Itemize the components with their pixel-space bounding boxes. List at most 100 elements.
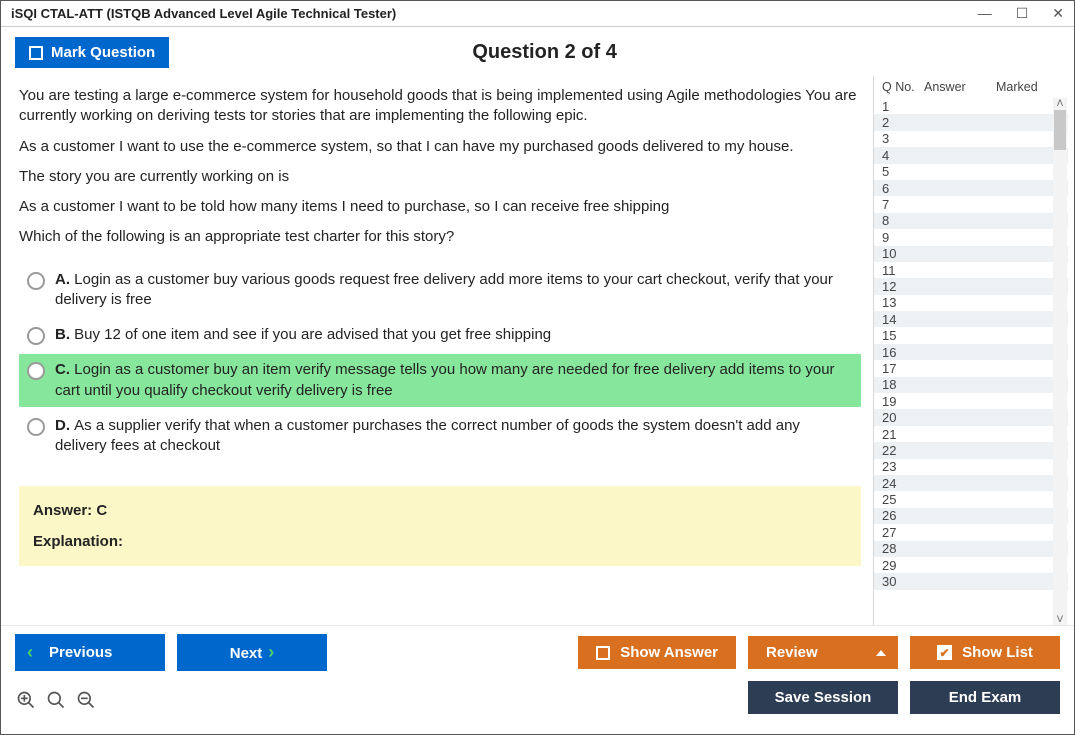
question-number: 23: [882, 459, 924, 474]
previous-button[interactable]: Previous: [15, 634, 165, 671]
checkbox-icon: [596, 646, 610, 660]
scrollbar-thumb[interactable]: [1054, 110, 1066, 150]
radio-icon[interactable]: [27, 418, 45, 436]
option-text: C. Login as a customer buy an item verif…: [55, 360, 853, 401]
show-answer-button[interactable]: Show Answer: [578, 636, 736, 669]
app-window: iSQI CTAL-ATT (ISTQB Advanced Level Agil…: [0, 0, 1075, 735]
next-button[interactable]: Next: [177, 634, 327, 671]
question-list-row[interactable]: 22: [874, 442, 1068, 458]
question-number: 6: [882, 181, 924, 196]
question-number: 4: [882, 148, 924, 163]
option-row[interactable]: D. As a supplier verify that when a cust…: [19, 410, 861, 463]
scrollbar[interactable]: [1053, 98, 1067, 625]
question-list-row[interactable]: 2: [874, 114, 1068, 130]
question-number: 10: [882, 246, 924, 261]
question-list-row[interactable]: 4: [874, 147, 1068, 163]
question-list-body: 1234567891011121314151617181920212223242…: [874, 98, 1068, 625]
question-list-row[interactable]: 21: [874, 426, 1068, 442]
question-list-row[interactable]: 19: [874, 393, 1068, 409]
save-session-label: Save Session: [775, 689, 872, 706]
question-list-row[interactable]: 12: [874, 278, 1068, 294]
question-number: 9: [882, 230, 924, 245]
question-number: 19: [882, 394, 924, 409]
main-area: You are testing a large e-commerce syste…: [1, 76, 1074, 625]
show-list-label: Show List: [962, 644, 1033, 661]
question-list-row[interactable]: 8: [874, 213, 1068, 229]
question-paragraph: Which of the following is an appropriate…: [19, 227, 861, 247]
radio-icon[interactable]: [27, 272, 45, 290]
question-number: 29: [882, 558, 924, 573]
question-list-row[interactable]: 3: [874, 131, 1068, 147]
button-row-2: Save Session End Exam: [15, 681, 1060, 714]
minimize-icon[interactable]: —: [978, 5, 992, 22]
question-list-header: Q No. Answer Marked: [874, 76, 1068, 98]
review-button[interactable]: Review: [748, 636, 898, 669]
question-list-row[interactable]: 11: [874, 262, 1068, 278]
question-number: 8: [882, 213, 924, 228]
question-number: 28: [882, 541, 924, 556]
option-row[interactable]: B. Buy 12 of one item and see if you are…: [19, 319, 861, 351]
question-paragraph: As a customer I want to be told how many…: [19, 197, 861, 217]
question-list-row[interactable]: 13: [874, 295, 1068, 311]
question-number: 21: [882, 427, 924, 442]
question-number: 27: [882, 525, 924, 540]
question-list-row[interactable]: 26: [874, 508, 1068, 524]
end-exam-label: End Exam: [949, 689, 1022, 706]
question-list-row[interactable]: 9: [874, 229, 1068, 245]
answer-explanation-box: Answer: C Explanation:: [19, 486, 861, 566]
question-list-row[interactable]: 7: [874, 196, 1068, 212]
option-row[interactable]: A. Login as a customer buy various goods…: [19, 264, 861, 317]
previous-label: Previous: [49, 644, 112, 661]
question-list-row[interactable]: 14: [874, 311, 1068, 327]
question-stem: You are testing a large e-commerce syste…: [19, 86, 861, 248]
question-list-row[interactable]: 25: [874, 491, 1068, 507]
window-controls: — ☐ ✕: [978, 5, 1064, 22]
question-number: 15: [882, 328, 924, 343]
question-list-row[interactable]: 6: [874, 180, 1068, 196]
zoom-in-icon[interactable]: [15, 689, 37, 711]
zoom-controls: [15, 685, 97, 711]
question-list-row[interactable]: 15: [874, 327, 1068, 343]
question-list-row[interactable]: 10: [874, 246, 1068, 262]
question-number: 11: [882, 263, 924, 278]
question-list-row[interactable]: 17: [874, 360, 1068, 376]
save-session-button[interactable]: Save Session: [748, 681, 898, 714]
check-icon: ✔: [937, 645, 952, 660]
question-number: 22: [882, 443, 924, 458]
question-number: 1: [882, 99, 924, 114]
question-list-row[interactable]: 20: [874, 409, 1068, 425]
question-number: 13: [882, 295, 924, 310]
question-list-row[interactable]: 5: [874, 164, 1068, 180]
question-list-row[interactable]: 27: [874, 524, 1068, 540]
topbar: Mark Question Question 2 of 4: [1, 27, 1074, 76]
question-counter: Question 2 of 4: [29, 41, 1060, 64]
question-list-row[interactable]: 30: [874, 573, 1068, 589]
question-list-row[interactable]: 29: [874, 557, 1068, 573]
question-list-row[interactable]: 18: [874, 377, 1068, 393]
zoom-out-icon[interactable]: [75, 689, 97, 711]
question-number: 25: [882, 492, 924, 507]
question-list-row[interactable]: 16: [874, 344, 1068, 360]
question-list-row[interactable]: 23: [874, 459, 1068, 475]
answer-label: Answer: C: [33, 502, 847, 519]
radio-icon[interactable]: [27, 362, 45, 380]
question-list-row[interactable]: 24: [874, 475, 1068, 491]
question-number: 17: [882, 361, 924, 376]
question-list-row[interactable]: 1: [874, 98, 1068, 114]
question-list-row[interactable]: 28: [874, 541, 1068, 557]
question-number: 18: [882, 377, 924, 392]
question-number: 12: [882, 279, 924, 294]
bottom-toolbar: Previous Next Show Answer Review ✔ Show …: [1, 625, 1074, 734]
maximize-icon[interactable]: ☐: [1016, 5, 1029, 22]
zoom-reset-icon[interactable]: [45, 689, 67, 711]
review-label: Review: [766, 644, 818, 661]
option-text: D. As a supplier verify that when a cust…: [55, 416, 853, 457]
question-number: 26: [882, 508, 924, 523]
show-list-button[interactable]: ✔ Show List: [910, 636, 1060, 669]
option-row[interactable]: C. Login as a customer buy an item verif…: [19, 354, 861, 407]
close-icon[interactable]: ✕: [1052, 5, 1064, 22]
end-exam-button[interactable]: End Exam: [910, 681, 1060, 714]
question-number: 16: [882, 345, 924, 360]
radio-icon[interactable]: [27, 327, 45, 345]
titlebar: iSQI CTAL-ATT (ISTQB Advanced Level Agil…: [1, 1, 1074, 27]
